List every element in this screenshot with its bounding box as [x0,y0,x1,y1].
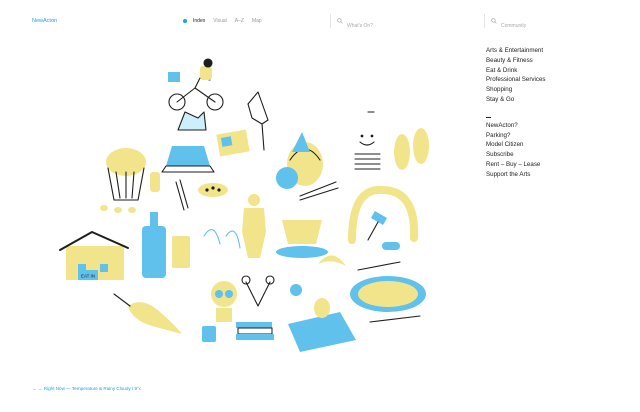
teacup-icon[interactable] [276,220,328,258]
portrait-icon[interactable] [211,281,237,322]
menu-subscribe[interactable]: Subscribe [486,150,546,160]
weather-footer: ← → Right Now — Temperature & Rainy Clou… [32,386,142,391]
pastry-bits-icon [100,205,136,213]
cheese-block-icon [150,172,160,192]
garment-icon[interactable] [247,91,269,151]
bottle-icon[interactable] [142,212,166,278]
nav-a-z-link[interactable]: A–Z [235,18,244,24]
nav-map-link[interactable]: Map [252,18,262,24]
search-icon [337,18,343,24]
food-plate-icon[interactable] [350,276,426,312]
menu-professional-services[interactable]: Professional Services [486,75,546,85]
menu-arts-entertainment[interactable]: Arts & Entertainment [486,46,546,56]
whats-on-search [330,14,467,32]
community-search [484,14,621,32]
party-hat-icon [292,132,310,152]
active-indicator-dot [183,19,187,23]
bird-icon[interactable] [113,293,182,334]
search-icon [491,18,497,24]
svg-text:EAT IN: EAT IN [81,274,95,279]
muffin-icon[interactable] [106,148,146,201]
knife-icon [369,315,421,323]
pill-icon [382,242,400,250]
category-menu: Arts & Entertainment Beauty & Fitness Ea… [486,46,546,180]
laptop-icon[interactable] [161,146,215,173]
id-card-icon[interactable] [216,129,250,157]
jar-icon [202,326,216,342]
sculpture-icon[interactable] [242,194,266,258]
smiley-face-icon[interactable] [354,111,381,170]
community-search-input[interactable] [501,20,621,32]
fork-icon [357,261,401,271]
fountain-icon [203,229,241,249]
menu-beauty-fitness[interactable]: Beauty & Fitness [486,56,546,66]
menu-separator [486,111,546,119]
eat-in-sign: EAT IN [78,270,98,280]
brand-logo-link[interactable]: NewActon [32,18,57,24]
picnic-mat-icon[interactable] [288,298,356,352]
nav-visual-link[interactable]: Visual [213,18,227,24]
menu-newacton[interactable]: NewActon? [486,121,546,131]
menu-eat-drink[interactable]: Eat & Drink [486,66,546,76]
menu-shopping[interactable]: Shopping [486,85,546,95]
cyclist-icon[interactable] [168,58,224,111]
menu-support-the-arts[interactable]: Support the Arts [486,170,546,180]
whats-on-search-input[interactable] [347,20,467,32]
menu-model-citizen[interactable]: Model Citizen [486,140,546,150]
scissors-icon [241,275,275,307]
nav-index-link[interactable]: Index [193,18,205,24]
hammer-icon [367,211,388,241]
apple-icon[interactable] [276,167,298,189]
crate-icon [177,111,207,131]
palette-icon[interactable] [198,183,228,197]
book-stack-icon[interactable] [236,322,274,340]
illustration-cluster: .ink{stroke:#1e1e1e;stroke-width:1.1;fil… [59,58,429,352]
ball-icon [290,284,302,296]
slippers-icon[interactable] [394,128,429,170]
menu-parking[interactable]: Parking? [486,131,546,141]
pencils-icon [175,179,189,211]
necklace-icon[interactable] [348,185,419,244]
menu-stay-go[interactable]: Stay & Go [486,95,546,105]
menu-rent-buy-lease[interactable]: Rent – Buy – Lease [486,160,546,170]
glass-icon [172,236,190,268]
view-nav: Index Visual A–Z Map [193,18,262,24]
croissant-icon[interactable] [318,255,346,266]
top-bar: NewActon Index Visual A–Z Map [0,0,640,40]
